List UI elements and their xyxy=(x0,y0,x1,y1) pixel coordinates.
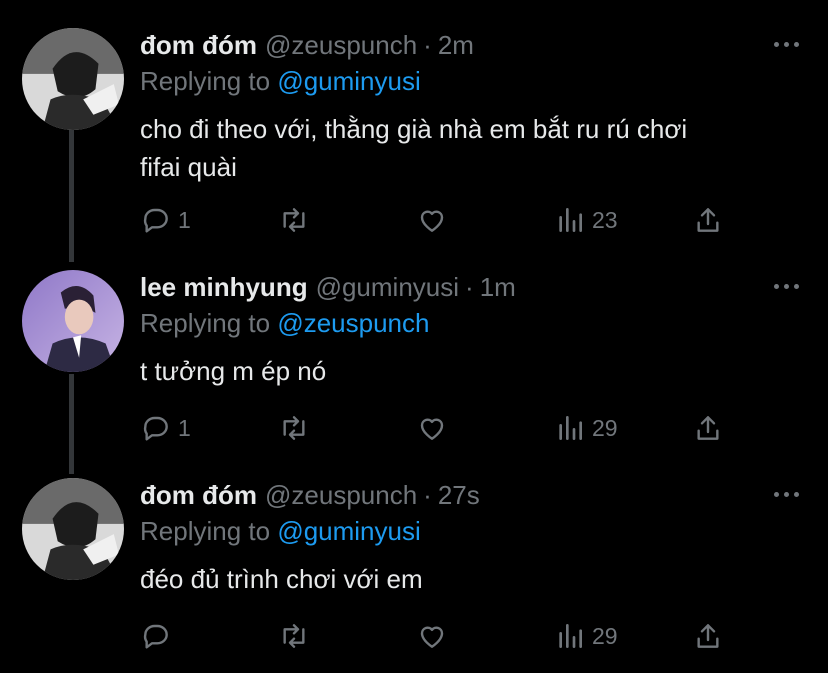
timestamp[interactable]: 2m xyxy=(438,30,474,60)
display-name[interactable]: đom đóm xyxy=(140,30,257,60)
share-icon xyxy=(697,208,719,232)
retweet-button[interactable] xyxy=(278,411,310,445)
tweet[interactable]: đom đóm @zeuspunch · 2m Replying to @guminy… xyxy=(0,0,828,258)
retweet-button[interactable] xyxy=(278,619,310,653)
action-bar: 29 xyxy=(140,619,740,653)
handle[interactable]: @guminyusi xyxy=(316,272,459,302)
replying-prefix: Replying to xyxy=(140,308,271,338)
avatar-image xyxy=(22,478,124,580)
display-name[interactable]: lee minhyung xyxy=(140,272,308,302)
like-button[interactable] xyxy=(416,619,448,653)
avatar-image xyxy=(22,270,124,372)
like-icon xyxy=(420,210,444,232)
handle[interactable]: @zeuspunch xyxy=(265,30,417,60)
view-count: 29 xyxy=(592,622,618,649)
share-button[interactable] xyxy=(692,411,724,445)
retweet-button[interactable] xyxy=(278,203,310,237)
reply-icon xyxy=(143,416,168,441)
mention-link[interactable]: @guminyusi xyxy=(277,516,420,546)
retweet-icon xyxy=(283,624,305,648)
reply-icon xyxy=(143,624,168,649)
tweet-header: đom đóm @zeuspunch · 27s xyxy=(140,480,480,511)
more-icon[interactable] xyxy=(774,282,802,292)
share-icon xyxy=(697,416,719,440)
tweet[interactable]: lee minhyung @guminyusi · 1m Replying to @z… xyxy=(0,242,828,462)
share-icon xyxy=(697,624,719,648)
replying-to: Replying to @guminyusi xyxy=(140,66,421,97)
timestamp[interactable]: 1m xyxy=(480,272,516,302)
reply-button[interactable]: 1 xyxy=(140,411,191,445)
tweet-text: đéo đủ trình chơi với em xyxy=(140,560,790,598)
view-count: 23 xyxy=(592,206,618,233)
tweet-header: lee minhyung @guminyusi · 1m xyxy=(140,272,516,303)
tweet-text: cho đi theo với, thằng già nhà em bắt ru… xyxy=(140,110,790,186)
avatar-image xyxy=(22,28,124,130)
replying-to: Replying to @guminyusi xyxy=(140,516,421,547)
like-icon xyxy=(420,626,444,648)
view-count: 29 xyxy=(592,414,618,441)
avatar[interactable] xyxy=(22,478,124,580)
action-bar: 1 29 xyxy=(140,411,740,445)
tweet-text-line: đéo đủ trình chơi với em xyxy=(140,564,423,594)
retweet-icon xyxy=(283,208,305,232)
reply-count: 1 xyxy=(178,206,191,233)
timestamp[interactable]: 27s xyxy=(438,480,480,510)
reply-button[interactable] xyxy=(140,619,178,653)
like-icon xyxy=(420,418,444,440)
views-button[interactable]: 23 xyxy=(554,203,618,237)
tweet-text-line: t tưởng m ép nó xyxy=(140,356,327,386)
views-icon xyxy=(559,416,582,440)
replying-prefix: Replying to xyxy=(140,516,271,546)
share-button[interactable] xyxy=(692,619,724,653)
tweet-text-line: cho đi theo với, thằng già nhà em bắt ru… xyxy=(140,114,688,144)
handle[interactable]: @zeuspunch xyxy=(265,480,417,510)
mention-link[interactable]: @guminyusi xyxy=(277,66,420,96)
retweet-icon xyxy=(283,416,305,440)
views-button[interactable]: 29 xyxy=(554,619,618,653)
like-button[interactable] xyxy=(416,411,448,445)
action-bar: 1 23 xyxy=(140,203,740,237)
replying-to: Replying to @zeuspunch xyxy=(140,308,429,339)
like-button[interactable] xyxy=(416,203,448,237)
separator: · xyxy=(465,272,474,302)
more-icon[interactable] xyxy=(774,40,802,50)
reply-button[interactable]: 1 xyxy=(140,203,191,237)
reply-icon xyxy=(143,208,168,233)
avatar[interactable] xyxy=(22,28,124,130)
tweet[interactable]: đom đóm @zeuspunch · 27s Replying to @gumin… xyxy=(0,450,828,673)
replying-prefix: Replying to xyxy=(140,66,271,96)
separator: · xyxy=(423,30,432,60)
views-button[interactable]: 29 xyxy=(554,411,618,445)
separator: · xyxy=(423,480,432,510)
tweet-text: t tưởng m ép nó xyxy=(140,352,790,390)
reply-count: 1 xyxy=(178,414,191,441)
views-icon xyxy=(559,208,582,232)
avatar[interactable] xyxy=(22,270,124,372)
views-icon xyxy=(559,624,582,648)
share-button[interactable] xyxy=(692,203,724,237)
tweet-text-line: fifai quài xyxy=(140,152,237,182)
more-icon[interactable] xyxy=(774,490,802,500)
display-name[interactable]: đom đóm xyxy=(140,480,257,510)
tweet-header: đom đóm @zeuspunch · 2m xyxy=(140,30,474,61)
mention-link[interactable]: @zeuspunch xyxy=(277,308,429,338)
